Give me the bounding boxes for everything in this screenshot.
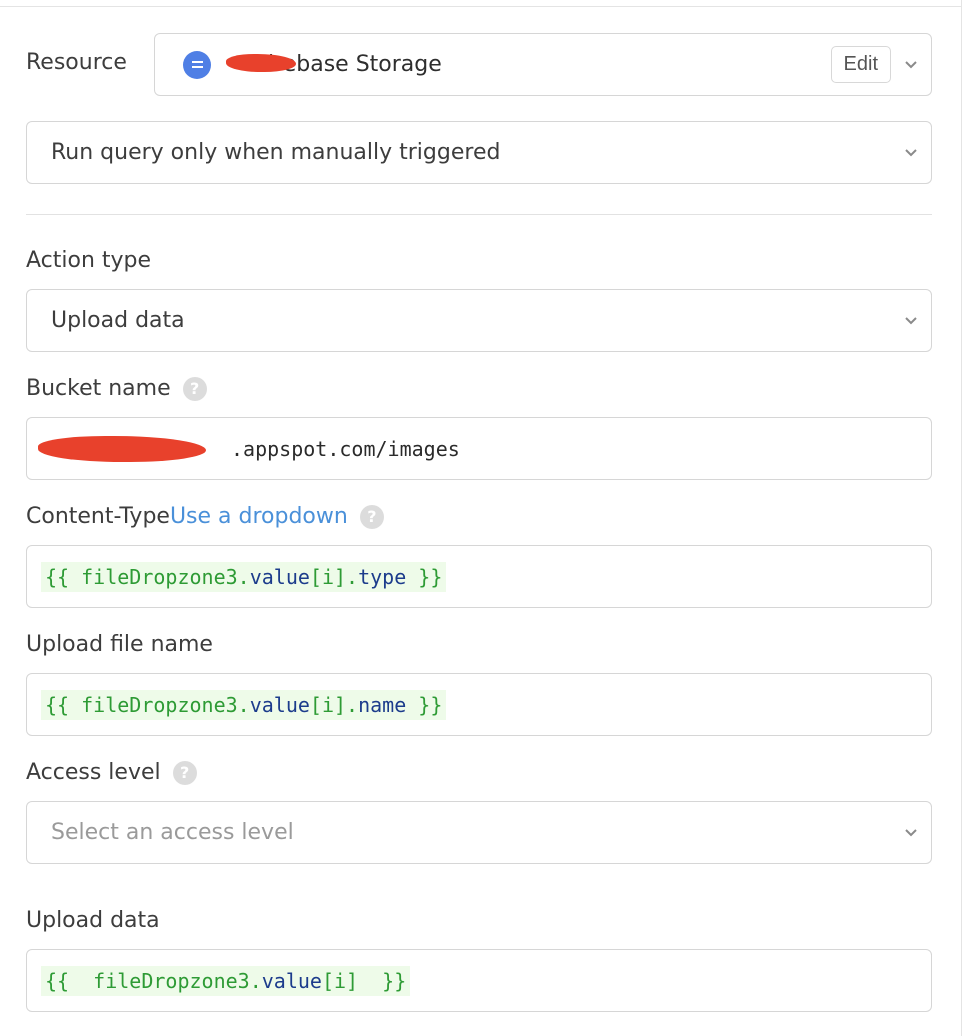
code-brace-open: {{ bbox=[45, 692, 82, 717]
upload-data-input[interactable]: {{ fileDropzone3.value[i] }} bbox=[26, 949, 932, 1012]
bucket-name-label-text: Bucket name bbox=[26, 376, 171, 401]
upload-file-name-code: {{ fileDropzone3.value[i].name }} bbox=[41, 689, 447, 720]
code-object: fileDropzone3. bbox=[81, 564, 250, 589]
action-type-select[interactable]: Upload data bbox=[26, 289, 932, 352]
panel-top-border bbox=[0, 6, 962, 7]
upload-file-name-input[interactable]: {{ fileDropzone3.value[i].name }} bbox=[26, 673, 932, 736]
code-object: fileDropzone3. bbox=[93, 968, 262, 993]
redaction-mark bbox=[226, 54, 296, 72]
resource-name: Firebase Storage bbox=[257, 52, 442, 77]
code-property: value bbox=[249, 692, 310, 717]
chevron-down-icon bbox=[891, 828, 931, 837]
action-type-label-text: Action type bbox=[26, 248, 152, 273]
content-type-label-text: Content-Type bbox=[26, 504, 170, 529]
upload-file-name-label-text: Upload file name bbox=[26, 632, 213, 657]
upload-data-code: {{ fileDropzone3.value[i] }} bbox=[41, 965, 411, 996]
upload-file-name-label: Upload file name bbox=[26, 632, 213, 657]
bucket-name-label: Bucket name ? bbox=[26, 376, 207, 401]
code-index: [i]. bbox=[309, 564, 359, 589]
access-level-label-text: Access level bbox=[26, 760, 161, 785]
section-divider bbox=[26, 214, 932, 215]
content-type-input[interactable]: {{ fileDropzone3.value[i].type }} bbox=[26, 545, 932, 608]
database-icon bbox=[183, 50, 211, 79]
code-brace-open: {{ bbox=[45, 564, 82, 589]
trigger-select[interactable]: Run query only when manually triggered bbox=[26, 121, 932, 184]
code-brace-close: }} bbox=[406, 564, 443, 589]
action-type-label: Action type bbox=[26, 248, 151, 273]
use-dropdown-link[interactable]: Use a dropdown bbox=[170, 504, 348, 529]
help-icon[interactable]: ? bbox=[172, 760, 197, 785]
code-object: fileDropzone3. bbox=[81, 692, 250, 717]
redaction-mark bbox=[38, 436, 206, 462]
help-icon[interactable]: ? bbox=[359, 504, 384, 529]
access-level-placeholder: Select an access level bbox=[51, 820, 294, 845]
code-index: [i]. bbox=[309, 692, 359, 717]
resource-label: Resource bbox=[26, 50, 127, 75]
code-brace-open: {{ bbox=[45, 968, 94, 993]
code-property: value bbox=[249, 564, 310, 589]
code-field: type bbox=[358, 564, 407, 589]
upload-data-label: Upload data bbox=[26, 908, 160, 933]
chevron-down-icon[interactable] bbox=[891, 60, 931, 69]
code-brace-close: }} bbox=[406, 692, 443, 717]
panel-right-border bbox=[961, 0, 962, 1036]
action-type-value: Upload data bbox=[51, 308, 185, 333]
upload-data-label-text: Upload data bbox=[26, 908, 160, 933]
access-level-label: Access level ? bbox=[26, 760, 197, 785]
access-level-select[interactable]: Select an access level bbox=[26, 801, 932, 864]
content-type-code: {{ fileDropzone3.value[i].type }} bbox=[41, 561, 447, 592]
help-icon[interactable]: ? bbox=[182, 376, 207, 401]
content-type-label: Content-Type Use a dropdown ? bbox=[26, 504, 384, 529]
code-property: value bbox=[261, 968, 322, 993]
edit-resource-button[interactable]: Edit bbox=[830, 46, 891, 83]
code-brace-close: }} bbox=[358, 968, 407, 993]
bucket-name-value: .appspot.com/images bbox=[231, 436, 460, 461]
resource-label-text: Resource bbox=[26, 50, 127, 75]
trigger-select-value: Run query only when manually triggered bbox=[51, 140, 501, 165]
code-field: name bbox=[358, 692, 407, 717]
chevron-down-icon bbox=[891, 148, 931, 157]
code-index: [i] bbox=[321, 968, 359, 993]
chevron-down-icon bbox=[891, 316, 931, 325]
